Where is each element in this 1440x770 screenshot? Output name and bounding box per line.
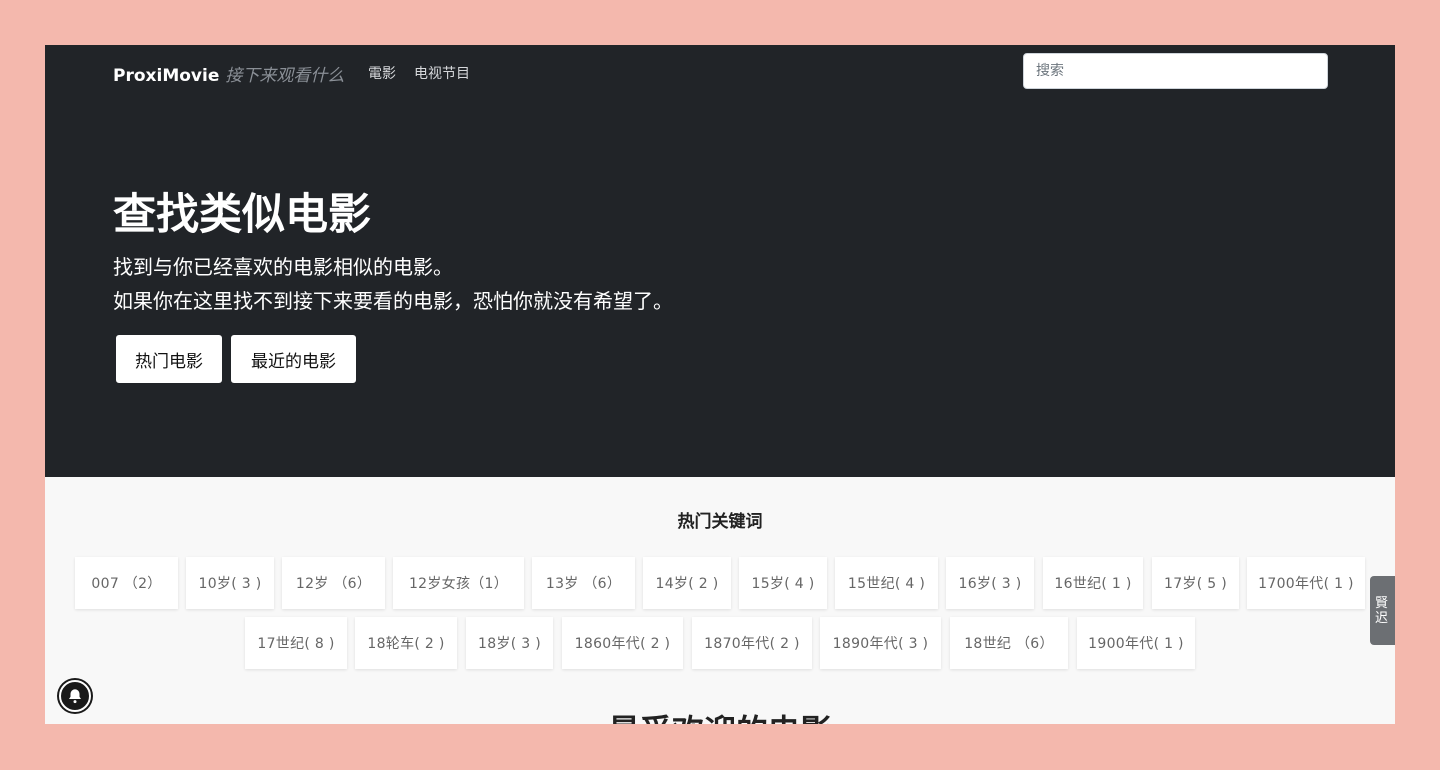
keyword-tag[interactable]: 17世纪( 8 ) [245, 617, 347, 669]
brand-name[interactable]: ProxiMovie [113, 66, 219, 86]
keyword-tag[interactable]: 15世纪( 4 ) [835, 557, 938, 609]
keyword-tag[interactable]: 1860年代( 2 ) [562, 617, 683, 669]
hero-subtitle-line-2: 如果你在这里找不到接下来要看的电影，恐怕你就没有希望了。 [113, 289, 673, 313]
keyword-tag[interactable]: 10岁( 3 ) [186, 557, 274, 609]
keyword-tag[interactable]: 15岁( 4 ) [739, 557, 827, 609]
keyword-tag[interactable]: 14岁( 2 ) [643, 557, 731, 609]
keyword-tag[interactable]: 18世纪 （6） [950, 617, 1068, 669]
most-popular-movies-heading: 最受欢迎的电影 [45, 711, 1395, 724]
bell-icon [69, 689, 81, 704]
keyword-tag[interactable]: 13岁 （6） [532, 557, 635, 609]
keyword-tag[interactable]: 16岁( 3 ) [946, 557, 1034, 609]
keyword-tag[interactable]: 18岁( 3 ) [466, 617, 553, 669]
notification-bell-button[interactable] [59, 680, 91, 712]
hero-subtitle-line-1: 找到与你已经喜欢的电影相似的电影。 [113, 255, 453, 279]
nav-link-movies[interactable]: 電影 [368, 63, 396, 83]
keyword-tag[interactable]: 12岁 （6） [282, 557, 385, 609]
keyword-tag[interactable]: 1700年代( 1 ) [1247, 557, 1365, 609]
keyword-tag[interactable]: 1900年代( 1 ) [1077, 617, 1195, 669]
recent-movies-button[interactable]: 最近的电影 [231, 335, 356, 383]
keyword-tag[interactable]: 12岁女孩（1） [393, 557, 524, 609]
keyword-tag[interactable]: 1890年代( 3 ) [820, 617, 941, 669]
hero-section: ProxiMovie 接下来观看什么 電影 电视节目 查找类似电影 找到与你已经… [45, 45, 1395, 477]
hero-title: 查找类似电影 [113, 190, 371, 240]
search-input[interactable] [1023, 53, 1328, 89]
feedback-side-tab[interactable]: 賢 迟 [1370, 576, 1395, 645]
nav-link-tv-shows[interactable]: 电视节目 [414, 63, 470, 83]
keyword-tag[interactable]: 17岁( 5 ) [1152, 557, 1239, 609]
keyword-tag[interactable]: 1870年代( 2 ) [692, 617, 812, 669]
keyword-tag[interactable]: 16世纪( 1 ) [1043, 557, 1143, 609]
popular-movies-button[interactable]: 热门电影 [116, 335, 222, 383]
page-frame: ProxiMovie 接下来观看什么 電影 电视节目 查找类似电影 找到与你已经… [45, 45, 1395, 724]
popular-keywords-title: 热门关键词 [677, 512, 763, 532]
keyword-tag[interactable]: 18轮车( 2 ) [355, 617, 457, 669]
keyword-tag[interactable]: 007 （2） [75, 557, 178, 609]
brand[interactable]: ProxiMovie 接下来观看什么 [113, 61, 345, 86]
brand-tagline: 接下来观看什么 [225, 66, 345, 86]
